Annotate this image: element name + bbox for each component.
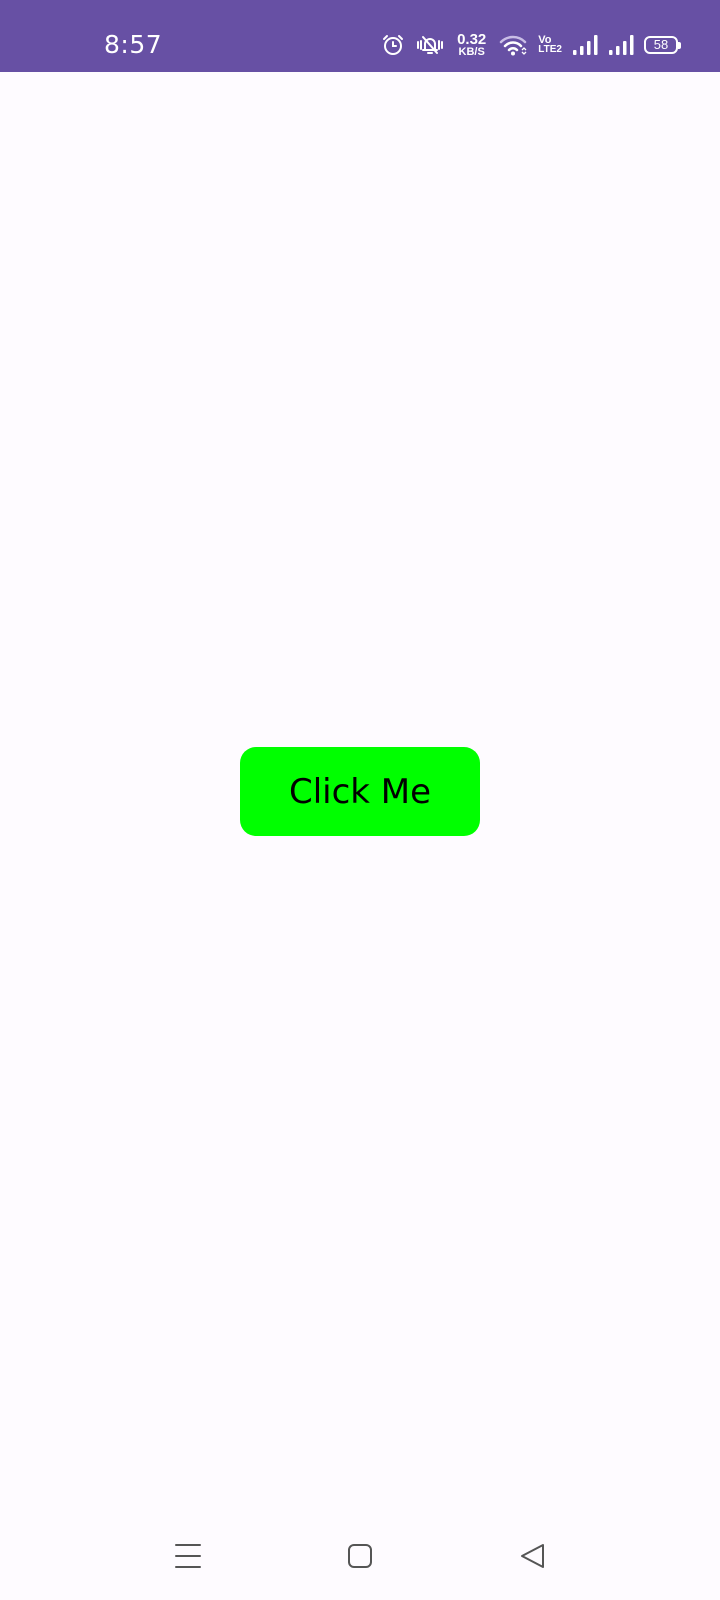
back-icon: [521, 1544, 544, 1568]
click-me-button[interactable]: Click Me: [240, 747, 480, 836]
home-button[interactable]: [336, 1532, 384, 1580]
vibrate-icon: [417, 36, 444, 54]
net-speed-value: 0.32: [457, 30, 487, 48]
menu-icon: [175, 1544, 201, 1568]
wifi-icon: [500, 35, 527, 56]
battery-level: 58: [653, 37, 669, 52]
status-bar: 8:57 0.32 KB/S Vo LTE2 58: [0, 0, 720, 72]
volte-indicator: Vo LTE2: [538, 35, 562, 55]
navigation-bar: [0, 1512, 720, 1600]
home-icon: [348, 1544, 372, 1568]
menu-button[interactable]: [164, 1532, 212, 1580]
back-button[interactable]: [508, 1532, 556, 1580]
signal-icon: [573, 35, 598, 55]
alarm-icon: [383, 35, 404, 55]
net-speed-unit: KB/S: [458, 45, 485, 58]
status-time: 8:57: [104, 30, 163, 59]
net-speed: 0.32 KB/S: [457, 30, 487, 58]
status-icons: 0.32 KB/S Vo LTE2 58: [381, 30, 681, 60]
main-content: Click Me: [0, 72, 720, 1512]
battery-icon: 58: [644, 36, 681, 54]
signal-icon-2: [609, 35, 634, 55]
volte-bottom: LTE2: [538, 44, 562, 55]
